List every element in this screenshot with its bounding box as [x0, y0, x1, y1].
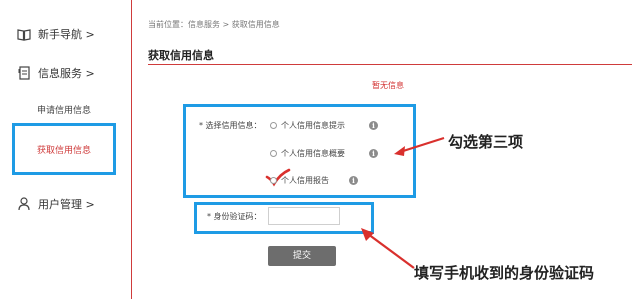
sidebar-subitem-get-credit-info[interactable]: 获取信用信息 — [37, 143, 91, 156]
annotation-enter-code: 填写手机收到的身份验证码 — [414, 264, 595, 282]
sidebar-item-label: 用户管理 > — [38, 198, 95, 211]
id-code-label: * 身份验证码： — [207, 212, 262, 221]
radio-credit-report[interactable] — [270, 177, 277, 184]
info-icon[interactable]: i — [369, 121, 378, 130]
radio-credit-info-tip[interactable] — [270, 122, 277, 129]
annotation-arrow-icon — [392, 134, 446, 158]
notice-text: 暂无信息 — [372, 81, 404, 90]
info-icon[interactable]: i — [349, 176, 358, 185]
annotation-select-third: 勾选第三项 — [448, 133, 524, 151]
info-icon[interactable]: i — [369, 149, 378, 158]
sidebar-item-info-service[interactable]: 信息服务 > — [0, 62, 131, 84]
sidebar-item-label: 新手导航 > — [38, 28, 95, 41]
option-label: 个人信用信息概要 — [281, 149, 345, 158]
annotation-arrow-icon — [358, 226, 418, 272]
document-icon — [17, 66, 31, 80]
sidebar-item-newbie-guide[interactable]: 新手导航 > — [0, 23, 131, 45]
id-code-input[interactable] — [268, 207, 340, 225]
option-label: 个人信用信息提示 — [281, 121, 345, 130]
title-divider — [148, 64, 632, 65]
submit-button[interactable]: 提交 — [268, 246, 336, 266]
select-credit-info-label: * 选择信用信息： — [199, 121, 262, 130]
book-icon — [17, 27, 31, 41]
sidebar-item-user-management[interactable]: 用户管理 > — [0, 193, 131, 215]
user-icon — [17, 197, 31, 211]
sidebar-item-label: 信息服务 > — [38, 67, 95, 80]
radio-credit-info-summary[interactable] — [270, 150, 277, 157]
sidebar-subitem-apply-credit-info[interactable]: 申请信用信息 — [37, 103, 91, 116]
breadcrumb: 当前位置：信息服务 > 获取信用信息 — [148, 20, 280, 29]
sidebar-divider — [131, 0, 132, 299]
page-title: 获取信用信息 — [148, 49, 214, 62]
option-label: 个人信用报告 — [281, 176, 329, 185]
